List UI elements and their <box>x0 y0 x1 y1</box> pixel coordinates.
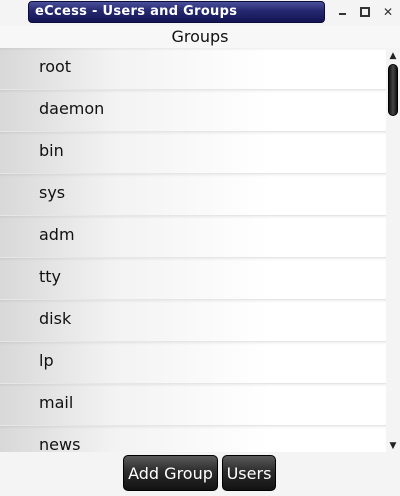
title-bar[interactable]: eCcess - Users and Groups ✕ <box>0 0 400 26</box>
button-bar: Add Group Users <box>0 452 400 496</box>
title-pill[interactable]: eCcess - Users and Groups <box>28 1 325 23</box>
list-item-label: root <box>39 57 72 76</box>
list-item[interactable]: daemon <box>0 90 386 132</box>
list-item-label: lp <box>39 351 54 370</box>
list-item[interactable]: news <box>0 426 386 452</box>
list-item-label: daemon <box>39 99 105 118</box>
list-item[interactable]: tty <box>0 258 386 300</box>
close-icon[interactable]: ✕ <box>380 4 396 20</box>
list-item-label: news <box>39 435 81 452</box>
list-item-label: disk <box>39 309 72 328</box>
app-window: eCcess - Users and Groups ✕ Groups root … <box>0 0 400 496</box>
vertical-scrollbar[interactable]: ▲ ▼ <box>386 48 400 452</box>
list-item[interactable]: mail <box>0 384 386 426</box>
groups-list[interactable]: root daemon bin sys adm tty disk lp mail… <box>0 48 386 452</box>
window-title: eCcess - Users and Groups <box>35 4 238 19</box>
list-item[interactable]: sys <box>0 174 386 216</box>
list-item-label: mail <box>39 393 74 412</box>
maximize-icon[interactable] <box>357 4 373 20</box>
minimize-icon[interactable] <box>334 4 350 20</box>
list-item[interactable]: bin <box>0 132 386 174</box>
list-item[interactable]: lp <box>0 342 386 384</box>
list-item[interactable]: root <box>0 48 386 90</box>
users-button[interactable]: Users <box>222 455 276 491</box>
page-title: Groups <box>0 26 400 48</box>
scroll-up-arrow-icon[interactable]: ▲ <box>386 50 400 62</box>
list-item-label: bin <box>39 141 64 160</box>
list-item[interactable]: adm <box>0 216 386 258</box>
add-group-button[interactable]: Add Group <box>123 455 218 491</box>
list-item-label: tty <box>39 267 62 286</box>
list-item[interactable]: disk <box>0 300 386 342</box>
list-item-label: sys <box>39 183 66 202</box>
scroll-down-arrow-icon[interactable]: ▼ <box>386 440 400 452</box>
scrollbar-thumb[interactable] <box>388 64 398 116</box>
list-item-label: adm <box>39 225 75 244</box>
